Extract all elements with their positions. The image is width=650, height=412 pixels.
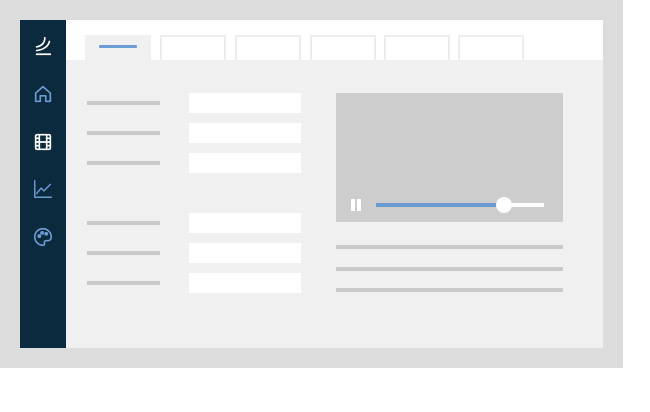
field-label <box>87 161 160 165</box>
tab-1[interactable] <box>85 35 151 60</box>
tab-5[interactable] <box>384 35 450 60</box>
palette-icon[interactable] <box>31 225 55 249</box>
field-label <box>87 131 160 135</box>
pause-icon[interactable] <box>350 199 362 211</box>
tab-2[interactable] <box>160 35 226 60</box>
field-label <box>87 221 160 225</box>
seek-bar[interactable] <box>376 197 544 213</box>
description-line <box>336 245 563 249</box>
tab-6[interactable] <box>458 35 524 60</box>
text-field[interactable] <box>189 273 301 293</box>
text-field[interactable] <box>189 213 301 233</box>
tab-4[interactable] <box>310 35 376 60</box>
text-field[interactable] <box>189 153 301 173</box>
text-field[interactable] <box>189 243 301 263</box>
film-icon[interactable] <box>31 130 55 154</box>
tab-3[interactable] <box>235 35 301 60</box>
sidebar <box>20 20 66 348</box>
seek-bar-handle[interactable] <box>495 197 512 213</box>
seek-bar-progress <box>376 203 504 207</box>
text-field[interactable] <box>189 93 301 113</box>
line-chart-icon[interactable] <box>31 177 55 201</box>
active-tab-indicator <box>99 45 137 48</box>
video-player[interactable] <box>336 93 563 222</box>
field-label <box>87 101 160 105</box>
app-frame <box>0 0 623 368</box>
description-line <box>336 288 563 292</box>
home-icon[interactable] <box>31 82 55 106</box>
brand-logo-icon[interactable] <box>31 34 55 58</box>
app-window <box>20 20 603 348</box>
field-label <box>87 251 160 255</box>
tab-bar <box>66 20 603 60</box>
field-label <box>87 281 160 285</box>
text-field[interactable] <box>189 123 301 143</box>
description-line <box>336 267 563 271</box>
